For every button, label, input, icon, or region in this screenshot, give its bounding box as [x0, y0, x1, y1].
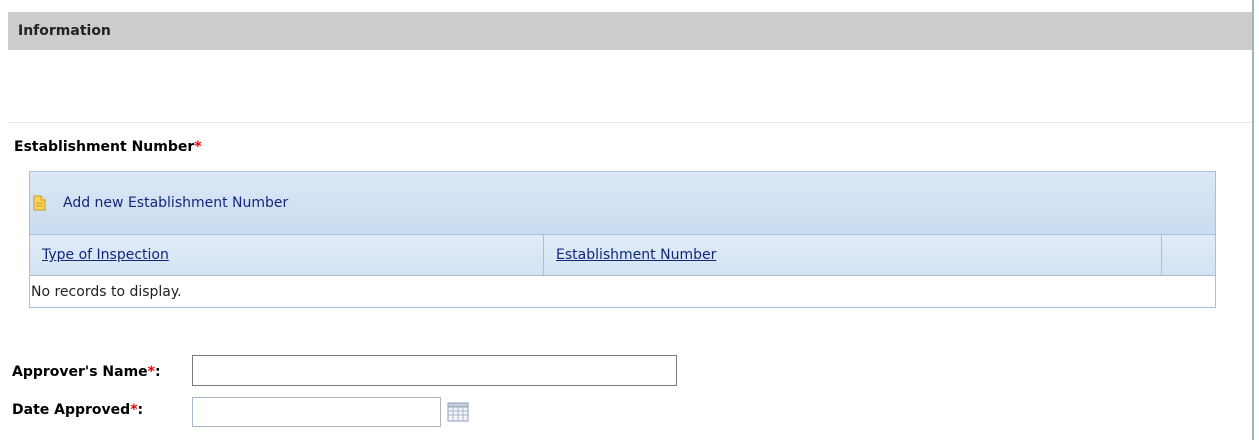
section-title: Information: [18, 23, 111, 39]
date-approved-input[interactable]: [192, 397, 441, 427]
column-header-actions: [1162, 235, 1215, 275]
required-mark: *: [130, 402, 138, 418]
add-establishment-number-button[interactable]: Add new Establishment Number: [33, 195, 288, 211]
approver-name-label: Approver's Name*:: [12, 364, 161, 380]
date-approved-label: Date Approved*:: [12, 402, 144, 418]
document-add-icon: [33, 195, 46, 211]
page-right-border: [1252, 0, 1254, 440]
column-header-type-of-inspection[interactable]: Type of Inspection: [30, 235, 544, 275]
grid-toolbar: Add new Establishment Number: [30, 172, 1215, 235]
sort-establishment-number-link[interactable]: Establishment Number: [556, 247, 716, 263]
no-records-message: No records to display.: [31, 283, 182, 300]
grid-header-row: Type of Inspection Establishment Number: [30, 235, 1215, 276]
sort-type-of-inspection-link[interactable]: Type of Inspection: [42, 247, 169, 263]
column-header-establishment-number[interactable]: Establishment Number: [544, 235, 1162, 275]
required-mark: *: [194, 139, 202, 155]
approver-name-input[interactable]: [192, 355, 677, 386]
establishment-number-label: Establishment Number*: [14, 139, 202, 155]
section-header: Information: [8, 12, 1252, 50]
establishment-grid: Add new Establishment Number Type of Ins…: [29, 171, 1216, 308]
add-establishment-number-label: Add new Establishment Number: [63, 195, 289, 211]
required-mark: *: [147, 364, 155, 380]
calendar-icon[interactable]: [447, 402, 469, 422]
